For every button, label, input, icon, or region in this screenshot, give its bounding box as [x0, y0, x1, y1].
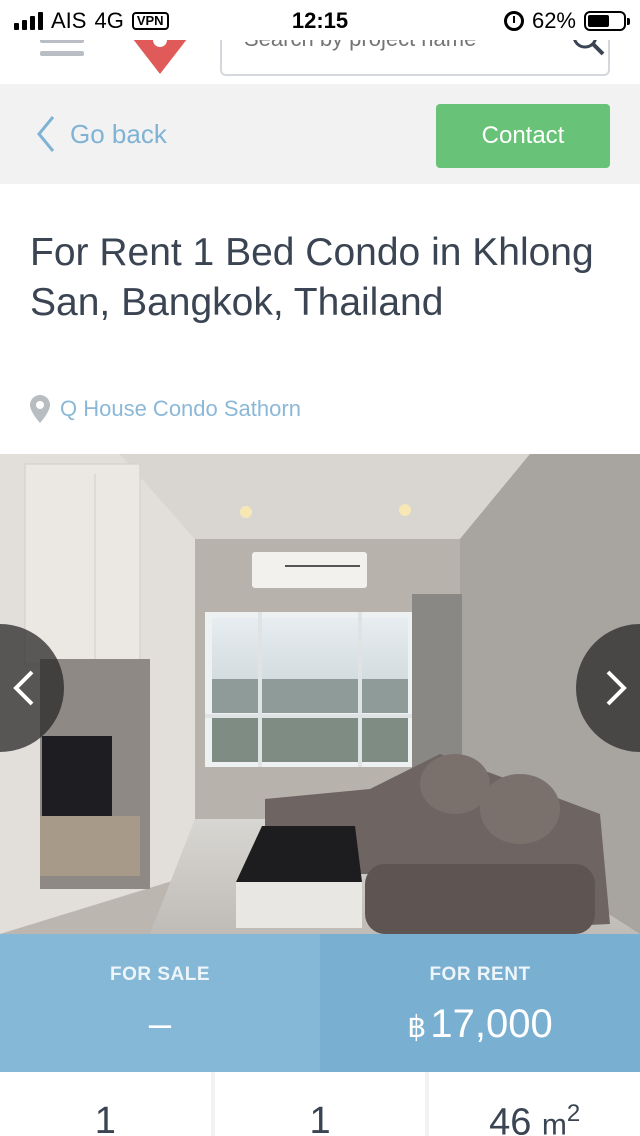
rent-value: 17,000	[430, 1002, 553, 1046]
area-value: 46	[489, 1101, 532, 1136]
project-link[interactable]: Q House Condo Sathorn	[30, 395, 301, 423]
bedrooms-count: 1	[0, 1072, 211, 1136]
room-photo	[0, 454, 640, 934]
go-back-label: Go back	[70, 118, 167, 149]
alarm-icon	[503, 11, 524, 31]
vpn-badge: VPN	[131, 12, 169, 30]
signal-icon	[14, 12, 43, 30]
chevron-left-icon	[13, 670, 34, 706]
rent-label: FOR RENT	[429, 964, 531, 985]
network-type: 4G	[94, 8, 124, 33]
carrier-name: AIS	[51, 8, 87, 33]
battery-percent: 62%	[531, 8, 576, 33]
search-icon[interactable]	[570, 40, 606, 64]
status-bar: AIS 4G VPN 12:15 62%	[0, 0, 640, 40]
action-bar: Go back Contact	[0, 84, 640, 184]
next-photo-button[interactable]	[576, 624, 640, 752]
chevron-right-icon	[606, 670, 627, 706]
battery-level	[588, 15, 610, 27]
sale-value: –	[148, 1002, 172, 1046]
price-band: FOR SALE – FOR RENT ฿ 17,000	[0, 934, 640, 1072]
contact-button[interactable]: Contact	[436, 104, 610, 168]
search-input[interactable]	[244, 40, 564, 52]
sale-label: FOR SALE	[109, 964, 211, 985]
bathrooms-count: 1	[214, 1072, 426, 1136]
menu-icon[interactable]	[40, 40, 84, 64]
area-size: 46 m2	[429, 1072, 640, 1136]
map-pin-icon	[30, 395, 50, 423]
go-back-link[interactable]: Go back	[36, 114, 167, 154]
sale-price: FOR SALE –	[0, 934, 320, 1072]
search-field[interactable]	[220, 40, 610, 76]
prev-photo-button[interactable]	[0, 624, 64, 752]
battery-icon	[584, 11, 630, 31]
top-nav	[0, 40, 640, 84]
property-stats: 1 1 46 m2	[0, 1072, 640, 1136]
area-power: 2	[566, 1100, 581, 1127]
logo-icon[interactable]	[126, 40, 194, 74]
currency-symbol: ฿	[407, 1011, 427, 1044]
listing-title: For Rent 1 Bed Condo in Khlong San, Bang…	[30, 231, 594, 324]
area-unit: m	[541, 1108, 567, 1136]
chevron-left-icon	[37, 116, 55, 152]
listing-photo[interactable]	[0, 454, 640, 934]
rent-price: FOR RENT ฿ 17,000	[320, 934, 640, 1072]
project-name: Q House Condo Sathorn	[60, 396, 301, 421]
